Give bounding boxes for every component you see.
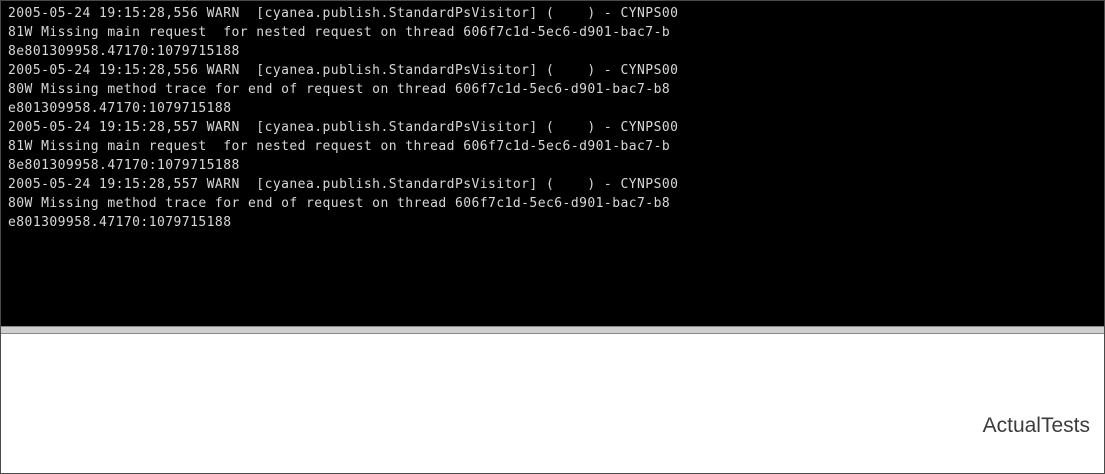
empty-area <box>1 334 1104 473</box>
log-line: 8e801309958.47170:1079715188 <box>8 158 240 173</box>
log-lines: 2005-05-24 19:15:28,556 WARN [cyanea.pub… <box>1 1 1104 232</box>
log-line: 81W Missing main request for nested requ… <box>8 139 671 154</box>
log-line: e801309958.47170:1079715188 <box>8 101 232 116</box>
log-line: 8e801309958.47170:1079715188 <box>8 44 240 59</box>
log-line: 2005-05-24 19:15:28,557 WARN [cyanea.pub… <box>8 177 679 192</box>
panel-divider <box>1 326 1104 334</box>
log-line: 80W Missing method trace for end of requ… <box>8 196 671 211</box>
watermark-text: ActualTests <box>982 414 1090 437</box>
screenshot-frame: 2005-05-24 19:15:28,556 WARN [cyanea.pub… <box>0 0 1105 474</box>
log-line: 2005-05-24 19:15:28,557 WARN [cyanea.pub… <box>8 120 679 135</box>
log-line: 81W Missing main request for nested requ… <box>8 25 671 40</box>
log-line: 2005-05-24 19:15:28,556 WARN [cyanea.pub… <box>8 6 679 21</box>
log-line: 2005-05-24 19:15:28,556 WARN [cyanea.pub… <box>8 63 679 78</box>
log-line: 80W Missing method trace for end of requ… <box>8 82 671 97</box>
log-line: e801309958.47170:1079715188 <box>8 215 232 230</box>
console-output-panel: 2005-05-24 19:15:28,556 WARN [cyanea.pub… <box>1 1 1104 326</box>
